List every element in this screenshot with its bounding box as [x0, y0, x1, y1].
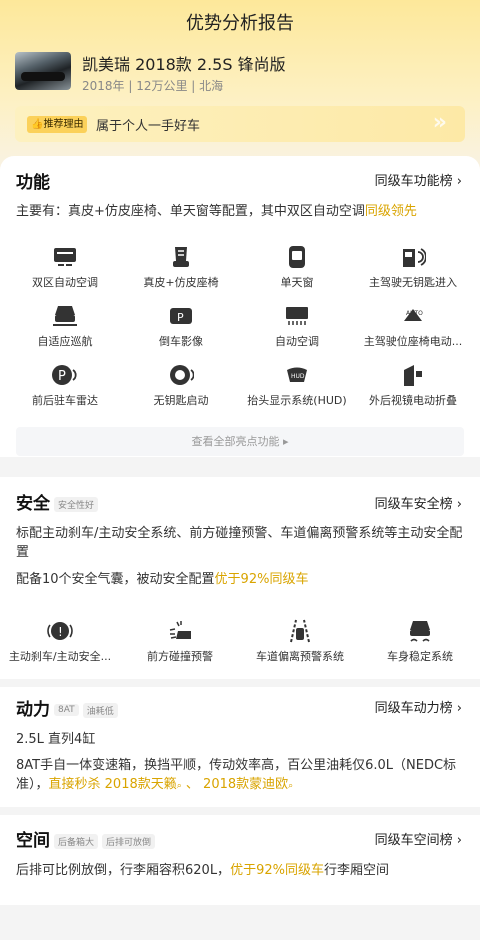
car-meta: 2018年 | 12万公里 | 北海: [82, 79, 224, 93]
svg-text:P: P: [177, 311, 184, 324]
compare-link-mondeo[interactable]: 2018款蒙迪欧⌕: [203, 777, 293, 792]
adaptive-cruise-icon: [53, 306, 77, 326]
svg-text:AUTO: AUTO: [406, 310, 423, 317]
recommend-reason-banner: 👍推荐理由 属于个人一手好车 »: [15, 106, 465, 142]
double-chevron-icon: »: [432, 110, 447, 135]
leather-seat-icon: [173, 247, 189, 267]
power-tag: 8AT: [54, 704, 79, 716]
page-title: 优势分析报告: [186, 13, 294, 34]
safety-active-desc: 标配主动刹车/主动安全系统、前方碰撞预警、车道偏离预警系统等主动安全配置: [16, 526, 463, 560]
active-brake-icon: !: [47, 622, 73, 640]
lane-departure-icon: [290, 619, 310, 643]
safety-item[interactable]: 前方碰撞预警: [120, 618, 240, 664]
safety-item[interactable]: ! 主动刹车/主动安全...: [0, 618, 120, 664]
mirror-fold-icon: [404, 365, 422, 386]
function-item[interactable]: 无钥匙启动: [121, 362, 241, 408]
report-header: 优势分析报告 凯美瑞 2018款 2.5S 锋尚版 2018年 | 12万公里 …: [0, 0, 480, 175]
recommend-reason-tag: 👍推荐理由: [27, 116, 88, 133]
space-tag: 后备箱大: [54, 833, 99, 849]
power-title: 动力 8AT 油耗低: [16, 695, 118, 720]
thumbs-up-icon: 👍: [31, 119, 44, 130]
function-item[interactable]: 主驾驶无钥匙进入: [353, 244, 473, 290]
function-item[interactable]: 双区自动空调: [5, 244, 125, 290]
parking-radar-icon: P: [52, 365, 77, 385]
search-icon: ⌕: [288, 781, 294, 791]
power-seat-icon: AUTO: [404, 309, 423, 321]
function-item[interactable]: 自适应巡航: [5, 303, 125, 349]
safety-item[interactable]: 车道偏离预警系统: [240, 618, 360, 664]
power-tag: 油耗低: [82, 702, 118, 718]
space-rank-link[interactable]: 同级车空间榜 ›: [375, 829, 462, 848]
function-rank-link[interactable]: 同级车功能榜 ›: [375, 170, 462, 189]
function-summary: 主要有：真皮+仿皮座椅、单天窗等配置，其中双区自动空调同级领先: [16, 204, 417, 219]
space-tag: 后排可放倒: [102, 833, 156, 849]
power-section: 动力 8AT 油耗低 同级车动力榜 › 2.5L 直列4缸 8AT手自一体变速箱，换…: [0, 687, 480, 807]
function-item[interactable]: P 倒车影像: [121, 303, 241, 349]
function-title: 功能: [16, 173, 50, 193]
sunroof-icon: [289, 246, 305, 268]
safety-title: 安全 安全性好: [16, 489, 99, 514]
collision-warning-icon: [169, 621, 191, 639]
reverse-camera-icon: P: [170, 308, 192, 324]
svg-text:!: !: [58, 625, 63, 639]
keyless-entry-icon: [403, 248, 426, 267]
car-thumbnail[interactable]: [15, 52, 71, 90]
space-title: 空间 后备箱大 后排可放倒: [16, 826, 156, 851]
function-item[interactable]: HUD 抬头显示系统(HUD): [237, 362, 357, 408]
safety-tag: 安全性好: [54, 496, 99, 512]
function-item[interactable]: P 前后驻车雷达: [5, 362, 125, 408]
function-item[interactable]: 真皮+仿皮座椅: [121, 244, 241, 290]
hud-icon: HUD: [287, 367, 307, 382]
safety-rank-link[interactable]: 同级车安全榜 ›: [375, 493, 462, 512]
auto-ac-icon: [286, 307, 308, 325]
svg-text:HUD: HUD: [291, 373, 305, 380]
dual-zone-ac-icon: [54, 248, 76, 266]
function-item[interactable]: 自动空调: [237, 303, 357, 349]
function-item[interactable]: 外后视镜电动折叠: [353, 362, 473, 408]
safety-item[interactable]: 车身稳定系统: [360, 618, 480, 664]
power-engine: 2.5L 直列4缸: [16, 732, 96, 747]
space-desc: 后排可比例放倒，行李厢容积620L，优于92%同级车行李厢空间: [16, 863, 389, 878]
stability-control-icon: [410, 621, 430, 642]
function-item[interactable]: AUTO 主驾驶位座椅电动...: [353, 303, 473, 349]
view-all-features-button[interactable]: 查看全部亮点功能 ▸: [16, 427, 464, 456]
compare-link-tianlai[interactable]: 直接秒杀 2018款天籁⌕: [49, 777, 182, 792]
power-desc: 8AT手自一体变速箱，换挡平顺，传动效率高，百公里油耗仅6.0L（NEDC标准）…: [16, 758, 457, 792]
car-name: 凯美瑞 2018款 2.5S 锋尚版: [82, 55, 286, 74]
safety-section: 安全 安全性好 同级车安全榜 › 标配主动刹车/主动安全系统、前方碰撞预警、车道偏…: [0, 477, 480, 679]
keyless-start-icon: [170, 365, 194, 385]
space-section: 空间 后备箱大 后排可放倒 同级车空间榜 › 后排可比例放倒，行李厢容积620L，优…: [0, 815, 480, 905]
function-item[interactable]: 单天窗: [237, 244, 357, 290]
svg-text:P: P: [58, 369, 66, 384]
function-section: 功能 同级车功能榜 › 主要有：真皮+仿皮座椅、单天窗等配置，其中双区自动空调同…: [0, 156, 480, 457]
power-rank-link[interactable]: 同级车动力榜 ›: [375, 697, 462, 716]
recommend-reason-text: 属于个人一手好车: [96, 119, 201, 134]
safety-passive-desc: 配备10个安全气囊，被动安全配置优于92%同级车: [16, 572, 309, 587]
